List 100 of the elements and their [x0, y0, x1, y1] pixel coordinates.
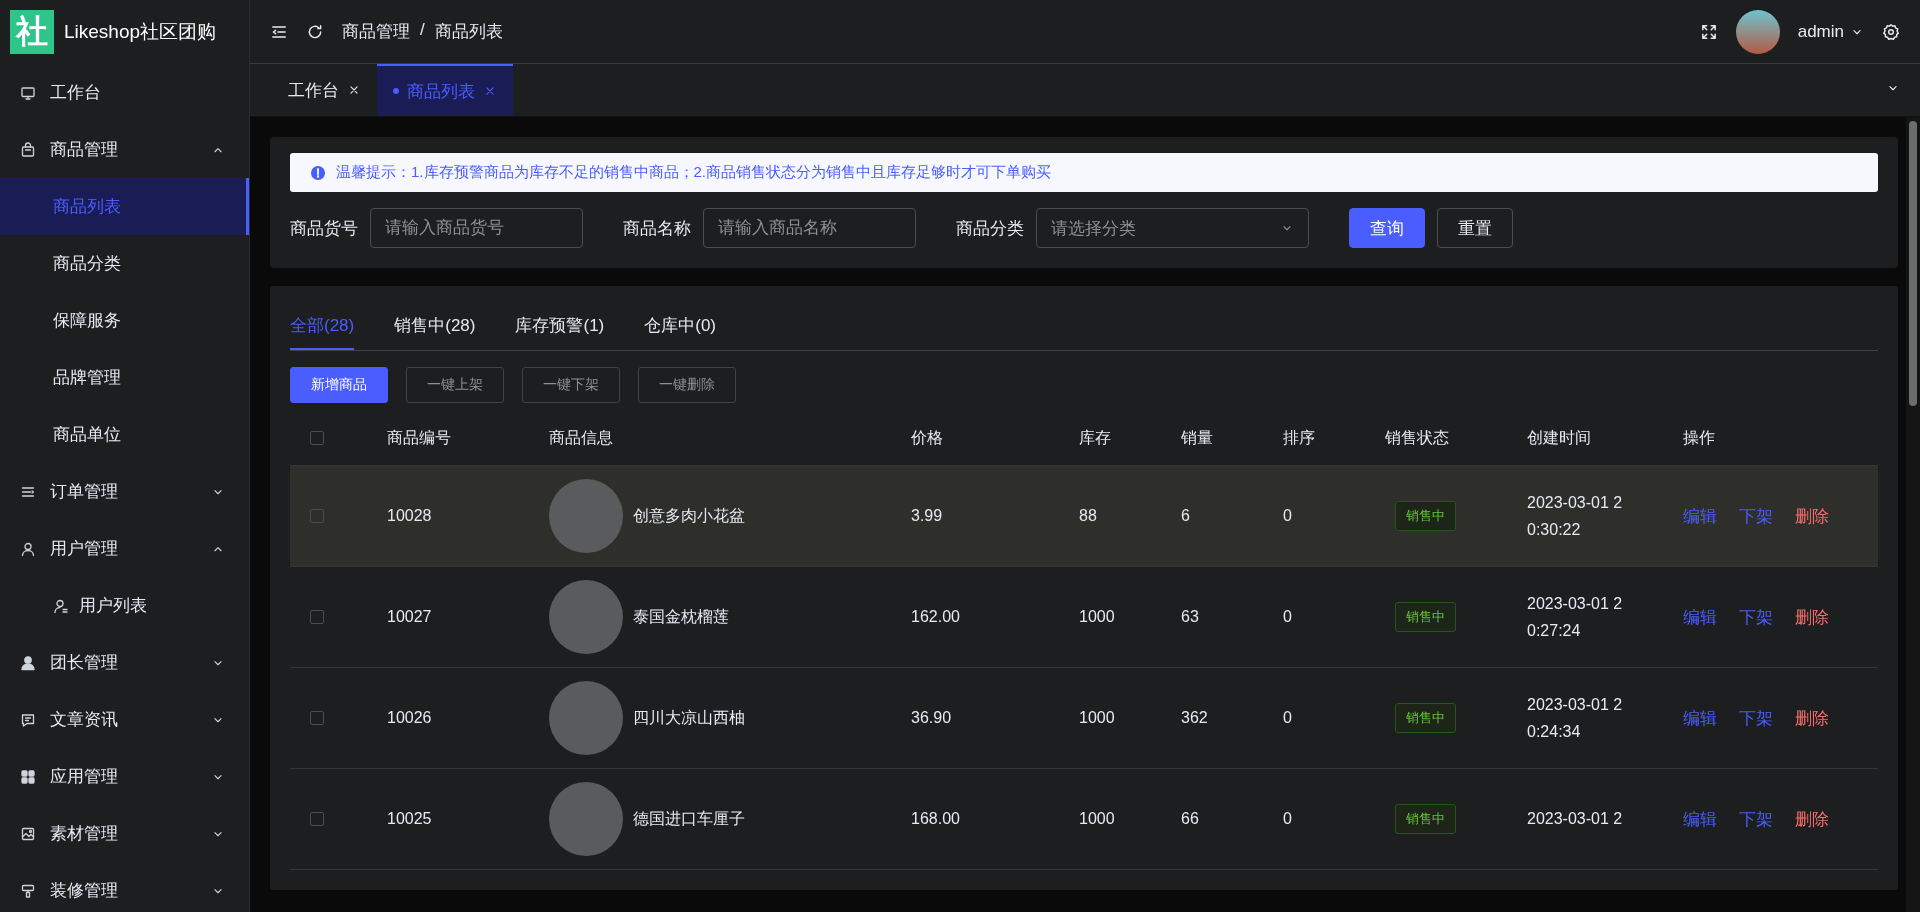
column-header: 库存 [1079, 428, 1111, 446]
table-cell: 0 [1283, 709, 1292, 726]
input-field[interactable]: 请输入商品货号 [370, 208, 583, 248]
person-icon [20, 654, 36, 671]
column-header: 排序 [1283, 428, 1315, 446]
table-cell: 10027 [387, 608, 432, 625]
status-tab[interactable]: 仓库中(0) [644, 302, 717, 350]
breadcrumb-separator: / [420, 20, 425, 41]
status-tag: 销售中 [1395, 804, 1456, 834]
app-name: Likeshop社区团购 [64, 20, 217, 44]
menu-item[interactable]: 装修管理 [0, 862, 249, 912]
status-tab[interactable]: 库存预警(1) [515, 302, 605, 350]
table-cell: 1000 [1079, 608, 1115, 625]
menu-item[interactable]: 商品分类 [0, 235, 249, 292]
table-cell: 66 [1181, 810, 1199, 827]
message-icon [20, 711, 36, 728]
menu-item[interactable]: 商品单位 [0, 406, 249, 463]
column-header: 销售状态 [1385, 428, 1449, 446]
brush-icon [20, 882, 36, 899]
table-cell: 0 [1283, 810, 1292, 827]
table-cell: 10028 [387, 507, 432, 524]
menu-item[interactable]: 用户管理 [0, 520, 249, 577]
user-icon [20, 540, 36, 557]
table-cell-text: 2023-03-01 2 [1527, 809, 1624, 830]
table-cell: 63 [1181, 608, 1199, 625]
menu-item[interactable]: 应用管理 [0, 748, 249, 805]
delete-link[interactable]: 删除 [1795, 504, 1829, 528]
menu-item[interactable]: 用户列表 [0, 577, 249, 634]
menu-item[interactable]: 订单管理 [0, 463, 249, 520]
table-cell: 36.90 [911, 709, 952, 726]
table-cell: 1000 [1079, 810, 1115, 827]
checkbox[interactable] [310, 711, 324, 725]
product-name: 泰国金枕榴莲 [633, 606, 729, 627]
table-row[interactable]: 10025 德国进口车厘子 168.00 1000 66 0 销售中 2023-03-01 2 编辑 下架 删除 [290, 769, 1878, 870]
table-cell: 162.00 [911, 608, 960, 625]
category-select[interactable]: 请选择分类 [1036, 208, 1309, 248]
delete-link[interactable]: 删除 [1795, 605, 1829, 629]
checkbox[interactable] [310, 812, 324, 826]
bag-icon [20, 141, 36, 158]
action-button[interactable]: 一键上架 [406, 367, 504, 403]
column-header: 价格 [911, 428, 943, 446]
input-field[interactable]: 请输入商品名称 [703, 208, 916, 248]
checkbox[interactable] [310, 431, 324, 445]
table-cell: 3.99 [911, 507, 943, 524]
reset-button[interactable]: 重置 [1437, 208, 1513, 248]
close-icon [483, 84, 497, 98]
username[interactable]: admin [1797, 21, 1844, 42]
monitor-icon [20, 84, 36, 101]
table-cell-text: 2023-03-01 20:27:24 [1527, 593, 1624, 641]
product-name: 创意多肉小花盆 [633, 505, 745, 526]
menu-item[interactable]: 素材管理 [0, 805, 249, 862]
table-cell-text: 2023-03-01 20:30:22 [1527, 492, 1624, 540]
status-tab[interactable]: 销售中(28) [394, 302, 476, 350]
fullscreen-icon [1699, 22, 1718, 41]
status-tag: 销售中 [1395, 703, 1456, 733]
table-cell: 6 [1181, 507, 1190, 524]
checkbox[interactable] [310, 610, 324, 624]
menu-item[interactable]: 保障服务 [0, 292, 249, 349]
grid-icon [20, 768, 36, 785]
table-row[interactable]: 10027 泰国金枕榴莲 162.00 1000 63 0 销售中 2023-03-01 20:27:24 编辑 下架 删除 [290, 567, 1878, 668]
picture-icon [20, 825, 36, 842]
table-cell: 168.00 [911, 810, 960, 827]
column-header: 操作 [1683, 428, 1715, 446]
action-button[interactable]: 一键删除 [638, 367, 736, 403]
page-tab[interactable]: 工作台 [272, 64, 377, 116]
table-cell: 10026 [387, 709, 432, 726]
action-button[interactable]: 新增商品 [290, 367, 388, 403]
settings-icon [1882, 22, 1900, 41]
menu-item[interactable]: 品牌管理 [0, 349, 249, 406]
delete-link[interactable]: 删除 [1795, 706, 1829, 730]
menu-item[interactable]: 团长管理 [0, 634, 249, 691]
delete-link[interactable]: 删除 [1795, 807, 1829, 831]
menu-item[interactable]: 工作台 [0, 64, 249, 121]
logo: 社 [10, 10, 54, 54]
close-icon [347, 83, 361, 97]
breadcrumb-item[interactable]: 商品管理 [342, 20, 410, 43]
column-header: 销量 [1181, 428, 1213, 446]
table-cell: 0 [1283, 608, 1292, 625]
notice-text: 温馨提示：1.库存预警商品为库存不足的销售中商品；2.商品销售状态分为销售中且库存足够时才可下单购买 [336, 163, 1052, 182]
user-list-icon [53, 597, 69, 614]
scrollbar-thumb[interactable] [1909, 121, 1917, 406]
refresh-icon [306, 22, 324, 41]
status-tag: 销售中 [1395, 602, 1456, 632]
table-cell: 88 [1079, 507, 1097, 524]
filter-label: 商品名称 [623, 217, 691, 240]
table-row[interactable]: 10026 四川大凉山西柚 36.90 1000 362 0 销售中 2023-03-01 20:24:34 编辑 下架 删除 [290, 668, 1878, 769]
table-cell: 10025 [387, 810, 432, 827]
filter-label: 商品货号 [290, 217, 358, 240]
table-row[interactable]: 10028 创意多肉小花盆 3.99 88 6 0 销售中 2023-03-01 20:30:22 编辑 下架 删除 [290, 466, 1878, 567]
menu-item[interactable]: 商品管理 [0, 121, 249, 178]
breadcrumb-item[interactable]: 商品列表 [434, 20, 503, 43]
search-button[interactable]: 查询 [1349, 208, 1425, 248]
column-header: 商品信息 [549, 428, 613, 446]
column-header: 商品编号 [387, 428, 451, 446]
action-button[interactable]: 一键下架 [522, 367, 620, 403]
table-cell-text: 2023-03-01 20:24:34 [1527, 694, 1624, 742]
menu-item[interactable]: 文章资讯 [0, 691, 249, 748]
table-cell: 362 [1181, 709, 1208, 726]
checkbox[interactable] [310, 509, 324, 523]
table-cell: 1000 [1079, 709, 1115, 726]
